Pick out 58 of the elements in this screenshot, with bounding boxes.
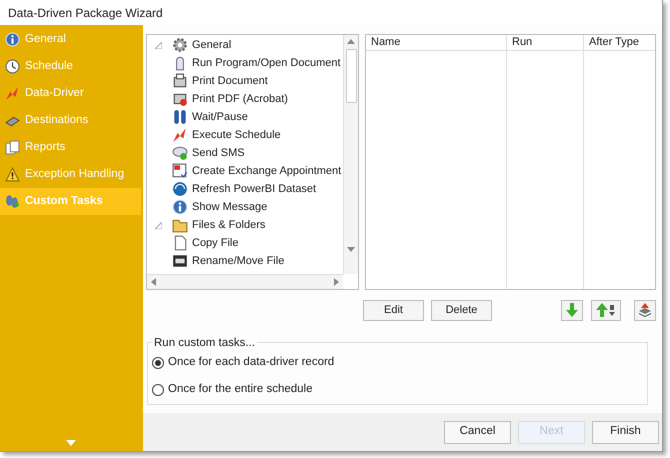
up-arrow-icon <box>596 303 616 317</box>
radio-button[interactable] <box>152 356 164 369</box>
tree-item[interactable]: Create Exchange Appointment <box>192 162 342 180</box>
stack-icon <box>638 303 652 317</box>
pause-icon <box>172 109 188 125</box>
tree-item[interactable]: Print Document <box>192 72 268 90</box>
arrow-icon <box>172 127 188 143</box>
expander-icon[interactable] <box>155 42 162 48</box>
scroll-up-icon[interactable] <box>347 39 355 44</box>
horizontal-scrollbar[interactable] <box>147 274 343 289</box>
tree-item[interactable]: Execute Schedule <box>192 126 281 144</box>
radio-label[interactable]: Once for the entire schedule <box>168 381 312 398</box>
printer-icon <box>172 73 188 89</box>
tree-item[interactable]: Copy File <box>192 234 238 252</box>
radio-button[interactable] <box>152 384 164 396</box>
tree-item[interactable]: General <box>192 36 232 54</box>
scroll-left-icon[interactable] <box>151 278 156 286</box>
tree-item[interactable]: Wait/Pause <box>192 108 248 126</box>
scroll-right-icon[interactable] <box>334 278 339 286</box>
vertical-scrollbar[interactable] <box>343 35 358 274</box>
pages-icon <box>5 140 20 155</box>
scroll-down-icon[interactable] <box>347 247 355 252</box>
expander-icon[interactable] <box>155 222 162 228</box>
column-header[interactable]: Run <box>507 35 583 51</box>
tree-item[interactable]: Rename/Move File <box>192 252 284 270</box>
calendar-icon <box>172 163 188 179</box>
tree-item[interactable]: Refresh PowerBI Dataset <box>192 180 316 198</box>
tree-item[interactable]: Run Program/Open Document <box>192 54 341 72</box>
printer-icon <box>172 91 188 107</box>
down-arrow-icon <box>566 303 578 317</box>
radio-label[interactable]: Once for each data-driver record <box>168 354 334 372</box>
tree-item[interactable]: Show Message <box>192 198 268 216</box>
chat-icon <box>172 145 188 161</box>
info-icon <box>5 32 20 47</box>
folder-icon <box>172 217 188 233</box>
remove-button[interactable] <box>634 300 656 320</box>
screen-icon <box>172 253 188 269</box>
column-header[interactable]: After Type <box>584 35 655 51</box>
clock-icon <box>5 59 20 74</box>
scrollbar-thumb[interactable] <box>346 49 356 103</box>
tree-item[interactable]: Send SMS <box>192 144 245 162</box>
scroll-down-icon[interactable] <box>66 440 76 446</box>
tree-item[interactable]: Files & Folders <box>192 216 266 234</box>
footer-button[interactable]: Cancel <box>444 420 511 444</box>
move-down-button[interactable] <box>561 300 583 320</box>
move-up-button[interactable] <box>591 300 621 320</box>
file-icon <box>172 235 188 251</box>
list-action-button[interactable]: Delete <box>431 300 492 320</box>
footprints-icon <box>5 194 20 209</box>
column-header[interactable]: Name <box>366 35 506 51</box>
arrow-icon <box>5 86 20 101</box>
warning-icon <box>5 167 20 182</box>
window-title: Data-Driven Package Wizard <box>8 4 163 22</box>
info-icon <box>172 199 188 215</box>
tree-item[interactable]: Print PDF (Acrobat) <box>192 90 288 108</box>
footer-button[interactable]: Finish <box>592 420 659 444</box>
list-action-button[interactable]: Edit <box>363 300 424 320</box>
gear-icon <box>172 37 188 53</box>
